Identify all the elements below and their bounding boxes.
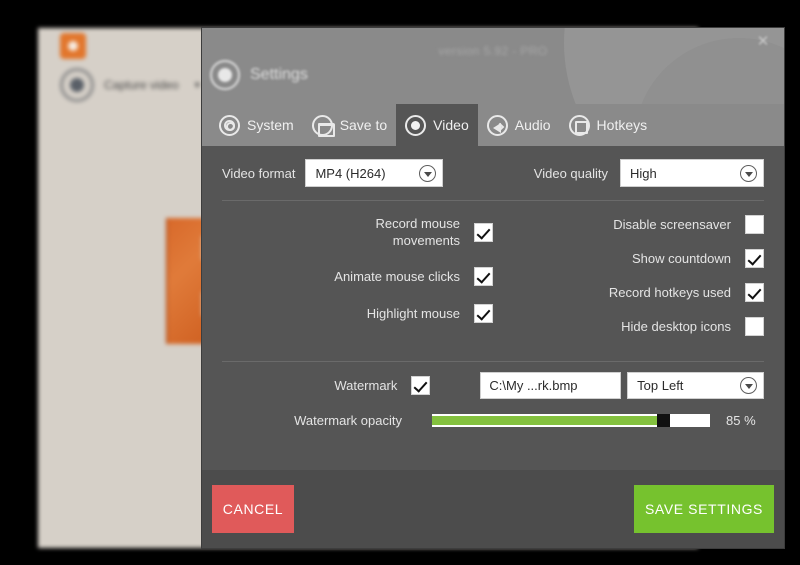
watermark-section: Watermark C:\My ...rk.bmp Top Left Water… xyxy=(220,362,766,428)
option-label: Animate mouse clicks xyxy=(334,269,460,284)
tab-system-label: System xyxy=(247,117,294,133)
option-label: Show countdown xyxy=(631,251,731,266)
tab-hotkeys-label: Hotkeys xyxy=(596,117,648,133)
video-format-select[interactable]: MP4 (H264) xyxy=(305,159,444,187)
tab-audio-label: Audio xyxy=(514,117,551,133)
option-checkbox[interactable] xyxy=(745,249,764,268)
watermark-checkbox[interactable] xyxy=(411,376,431,395)
dialog-title-row: Settings xyxy=(210,60,308,90)
version-text: version 5.92 - PRO xyxy=(438,44,548,58)
option-checkbox[interactable] xyxy=(745,215,764,234)
capture-video-label: Capture video xyxy=(104,78,179,92)
option-record-mouse-movements[interactable]: Record mouse movements xyxy=(222,215,493,249)
option-show-countdown[interactable]: Show countdown xyxy=(501,249,764,268)
folder-icon xyxy=(311,114,335,137)
screen: Capture video ▼ version 5.92 - PRO ✕ Set… xyxy=(0,0,800,565)
save-settings-button[interactable]: SAVE SETTINGS xyxy=(634,485,774,533)
page-title: Settings xyxy=(250,66,308,83)
chevron-down-icon xyxy=(740,164,757,182)
settings-record-icon xyxy=(210,60,240,90)
watermark-row: Watermark C:\My ...rk.bmp Top Left xyxy=(222,372,764,399)
keyboard-key-icon xyxy=(568,114,590,136)
video-quality-label: Video quality xyxy=(533,165,608,181)
tab-video-label: Video xyxy=(433,117,469,133)
option-label: Hide desktop icons xyxy=(621,319,731,334)
gears-icon xyxy=(219,114,240,136)
option-checkbox[interactable] xyxy=(745,283,764,302)
chevron-down-icon[interactable]: ▼ xyxy=(193,80,202,90)
options-column-right: Disable screensaver Show countdown Recor… xyxy=(493,215,764,351)
option-disable-screensaver[interactable]: Disable screensaver xyxy=(501,215,764,234)
dialog-header: version 5.92 - PRO ✕ Settings xyxy=(202,28,784,104)
option-hide-desktop-icons[interactable]: Hide desktop icons xyxy=(501,317,764,336)
speaker-icon xyxy=(486,114,508,136)
record-circle-icon xyxy=(60,68,94,102)
chevron-down-icon xyxy=(419,164,437,182)
option-checkbox[interactable] xyxy=(474,304,493,323)
video-quality-value: High xyxy=(630,165,657,181)
format-quality-row: Video format MP4 (H264) Video quality Hi… xyxy=(220,146,766,200)
capture-video-control[interactable]: Capture video ▼ xyxy=(60,60,220,110)
video-format-label: Video format xyxy=(222,165,296,181)
option-animate-mouse-clicks[interactable]: Animate mouse clicks xyxy=(222,267,493,286)
record-icon xyxy=(405,114,427,136)
tab-save-to[interactable]: Save to xyxy=(303,104,396,146)
tab-audio[interactable]: Audio xyxy=(478,104,560,146)
option-label: Disable screensaver xyxy=(613,217,731,232)
tab-system[interactable]: System xyxy=(210,104,303,146)
app-logo-orange-icon xyxy=(60,33,86,59)
tab-bar: System Save to Video Audio Hotkeys xyxy=(202,104,784,146)
tab-save-to-label: Save to xyxy=(339,117,388,133)
slider-handle[interactable] xyxy=(657,414,670,427)
watermark-path-input[interactable]: C:\My ...rk.bmp xyxy=(480,372,622,399)
options-area: Record mouse movements Animate mouse cli… xyxy=(220,201,766,361)
option-label: Record mouse movements xyxy=(375,216,460,248)
options-column-left: Record mouse movements Animate mouse cli… xyxy=(222,215,493,351)
video-settings-panel: Video format MP4 (H264) Video quality Hi… xyxy=(202,146,784,504)
option-checkbox[interactable] xyxy=(745,317,764,336)
video-quality-select[interactable]: High xyxy=(620,159,764,187)
watermark-opacity-value: 85 % xyxy=(726,413,756,428)
close-icon[interactable]: ✕ xyxy=(752,31,774,53)
watermark-opacity-slider[interactable] xyxy=(432,414,710,427)
video-format-value: MP4 (H264) xyxy=(315,165,386,181)
option-checkbox[interactable] xyxy=(474,267,493,286)
chevron-down-icon xyxy=(740,377,757,394)
tab-video[interactable]: Video xyxy=(396,104,478,146)
option-highlight-mouse[interactable]: Highlight mouse xyxy=(222,304,493,323)
dialog-footer: CANCEL SAVE SETTINGS xyxy=(202,470,784,548)
watermark-opacity-row: Watermark opacity 85 % xyxy=(222,413,764,428)
watermark-position-value: Top Left xyxy=(637,378,684,393)
watermark-label: Watermark xyxy=(334,378,398,393)
cancel-button[interactable]: CANCEL xyxy=(212,485,294,533)
settings-dialog: version 5.92 - PRO ✕ Settings System Sav… xyxy=(202,28,784,548)
watermark-opacity-label: Watermark opacity xyxy=(294,413,402,428)
watermark-position-select[interactable]: Top Left xyxy=(627,372,764,399)
option-record-hotkeys-used[interactable]: Record hotkeys used xyxy=(501,283,764,302)
option-label: Record hotkeys used xyxy=(608,285,731,300)
tab-hotkeys[interactable]: Hotkeys xyxy=(560,104,657,146)
slider-fill xyxy=(432,416,657,425)
option-label: Highlight mouse xyxy=(366,306,460,321)
option-checkbox[interactable] xyxy=(474,222,493,242)
